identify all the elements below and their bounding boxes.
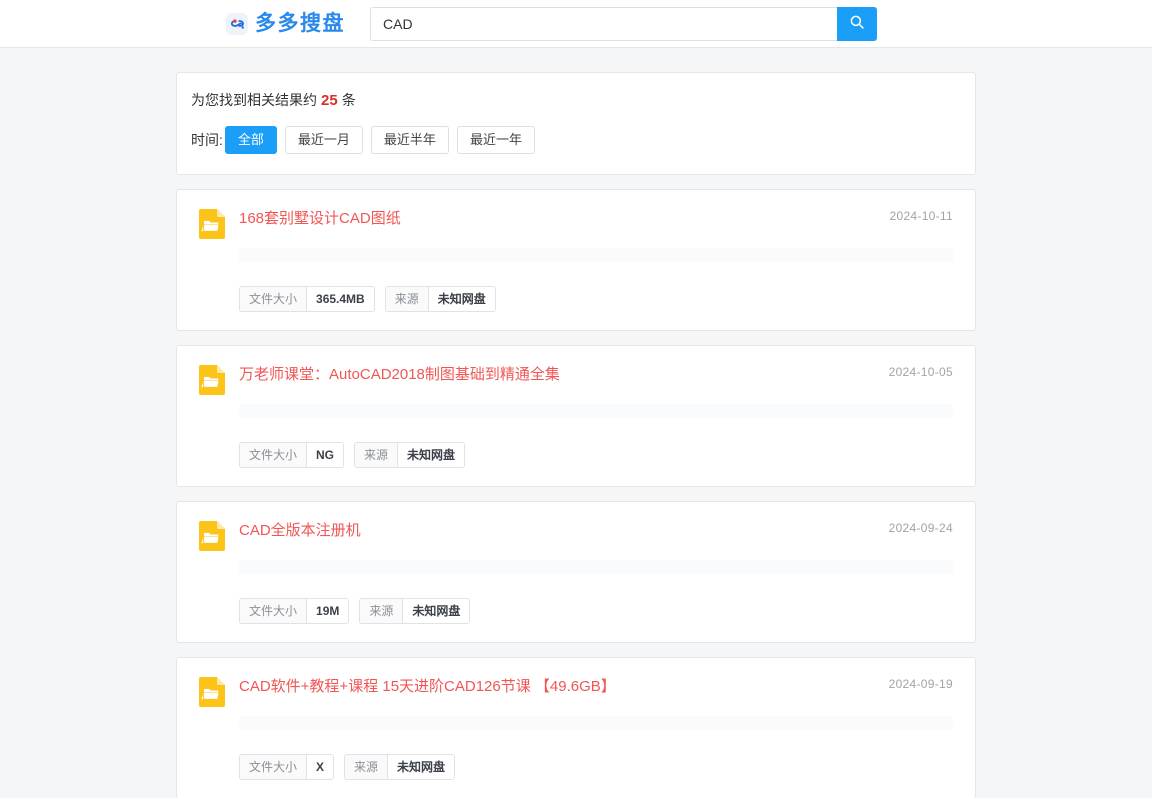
result-description-placeholder bbox=[239, 560, 953, 574]
search-input[interactable] bbox=[370, 6, 837, 41]
filter-panel: 为您找到相关结果约 25 条 时间: 全部 最近一月 最近半年 最近一年 bbox=[176, 72, 976, 175]
folder-icon bbox=[199, 521, 225, 551]
result-count-number: 25 bbox=[321, 92, 338, 109]
source-value: 未知网盘 bbox=[428, 287, 495, 311]
result-body: 万老师课堂：AutoCAD2018制图基础到精通全集 bbox=[239, 364, 953, 418]
results-container: 为您找到相关结果约 25 条 时间: 全部 最近一月 最近半年 最近一年 2024-… bbox=[176, 48, 976, 798]
result-description-placeholder bbox=[239, 716, 953, 730]
result-meta-row: 文件大小 365.4MB 来源 未知网盘 bbox=[239, 286, 953, 312]
search-icon bbox=[849, 14, 865, 33]
result-item[interactable]: 2024-09-24 CAD全版本注册机 文件大小 19M 来源 未知网盘 bbox=[176, 501, 976, 643]
result-date: 2024-09-24 bbox=[888, 521, 953, 535]
result-title-link[interactable]: CAD全版本注册机 bbox=[239, 520, 361, 542]
result-item[interactable]: 2024-10-05 万老师课堂：AutoCAD2018制图基础到精通全集 文件… bbox=[176, 345, 976, 487]
source-tag: 来源 未知网盘 bbox=[384, 286, 496, 312]
source-label: 来源 bbox=[360, 599, 404, 623]
link-loop-icon bbox=[226, 12, 248, 35]
result-date: 2024-10-05 bbox=[888, 365, 953, 379]
time-filter-label: 时间: bbox=[191, 132, 223, 148]
brand-logo-link[interactable]: 多多搜盘 bbox=[226, 12, 345, 35]
result-header: 万老师课堂：AutoCAD2018制图基础到精通全集 bbox=[199, 364, 953, 418]
time-filter-row: 时间: 全部 最近一月 最近半年 最近一年 bbox=[191, 126, 961, 154]
result-body: CAD全版本注册机 bbox=[239, 520, 953, 574]
file-size-label: 文件大小 bbox=[240, 287, 308, 311]
result-title-link[interactable]: 万老师课堂：AutoCAD2018制图基础到精通全集 bbox=[239, 364, 560, 386]
source-value: 未知网盘 bbox=[388, 755, 455, 779]
result-body: CAD软件+教程+课程 15天进阶CAD126节课 【49.6GB】 bbox=[239, 676, 953, 730]
result-header: 168套别墅设计CAD图纸 bbox=[199, 208, 953, 262]
result-body: 168套别墅设计CAD图纸 bbox=[239, 208, 953, 262]
file-size-value: X bbox=[307, 755, 334, 779]
site-header: 多多搜盘 bbox=[0, 0, 1152, 48]
result-count-prefix: 为您找到相关结果约 bbox=[191, 92, 317, 108]
file-size-value: NG bbox=[307, 443, 344, 467]
result-description-placeholder bbox=[239, 248, 953, 262]
time-filter-last-month[interactable]: 最近一月 bbox=[284, 126, 363, 154]
result-meta-row: 文件大小 19M 来源 未知网盘 bbox=[239, 598, 953, 624]
file-size-value: 19M bbox=[307, 599, 349, 623]
source-tag: 来源 未知网盘 bbox=[344, 754, 456, 780]
result-title-link[interactable]: 168套别墅设计CAD图纸 bbox=[239, 208, 401, 230]
folder-icon bbox=[199, 209, 225, 239]
result-item[interactable]: 2024-09-19 CAD软件+教程+课程 15天进阶CAD126节课 【49… bbox=[176, 657, 976, 798]
file-size-label: 文件大小 bbox=[240, 443, 308, 467]
result-header: CAD软件+教程+课程 15天进阶CAD126节课 【49.6GB】 bbox=[199, 676, 953, 730]
result-date: 2024-10-11 bbox=[889, 209, 953, 223]
source-label: 来源 bbox=[355, 443, 399, 467]
time-filter-last-year[interactable]: 最近一年 bbox=[456, 126, 535, 154]
source-value: 未知网盘 bbox=[403, 599, 470, 623]
brand-name: 多多搜盘 bbox=[255, 12, 345, 35]
file-size-value: 365.4MB bbox=[307, 287, 374, 311]
result-description-placeholder bbox=[239, 404, 953, 418]
time-filter-last-half-year[interactable]: 最近半年 bbox=[370, 126, 449, 154]
source-label: 来源 bbox=[385, 287, 429, 311]
source-tag: 来源 未知网盘 bbox=[354, 442, 466, 468]
file-size-tag: 文件大小 365.4MB bbox=[239, 286, 375, 312]
source-tag: 来源 未知网盘 bbox=[359, 598, 471, 624]
result-item[interactable]: 2024-10-11 168套别墅设计CAD图纸 文件大小 365.4MB 来源… bbox=[176, 189, 976, 331]
file-size-tag: 文件大小 19M bbox=[239, 598, 350, 624]
header-inner: 多多搜盘 bbox=[226, 6, 877, 41]
result-header: CAD全版本注册机 bbox=[199, 520, 953, 574]
result-meta-row: 文件大小 X 来源 未知网盘 bbox=[239, 754, 953, 780]
result-title-link[interactable]: CAD软件+教程+课程 15天进阶CAD126节课 【49.6GB】 bbox=[239, 676, 616, 698]
file-size-label: 文件大小 bbox=[240, 599, 308, 623]
folder-icon bbox=[199, 365, 225, 395]
search-submit-button[interactable] bbox=[837, 6, 877, 41]
result-count-text: 为您找到相关结果约 25 条 bbox=[191, 91, 961, 110]
search-bar bbox=[370, 6, 877, 41]
time-filter-all[interactable]: 全部 bbox=[224, 126, 277, 154]
source-value: 未知网盘 bbox=[398, 443, 465, 467]
result-meta-row: 文件大小 NG 来源 未知网盘 bbox=[239, 442, 953, 468]
folder-icon bbox=[199, 677, 225, 707]
file-size-tag: 文件大小 X bbox=[239, 754, 335, 780]
file-size-tag: 文件大小 NG bbox=[239, 442, 345, 468]
result-date: 2024-09-19 bbox=[888, 677, 953, 691]
file-size-label: 文件大小 bbox=[240, 755, 308, 779]
result-count-suffix: 条 bbox=[341, 92, 356, 108]
source-label: 来源 bbox=[345, 755, 389, 779]
